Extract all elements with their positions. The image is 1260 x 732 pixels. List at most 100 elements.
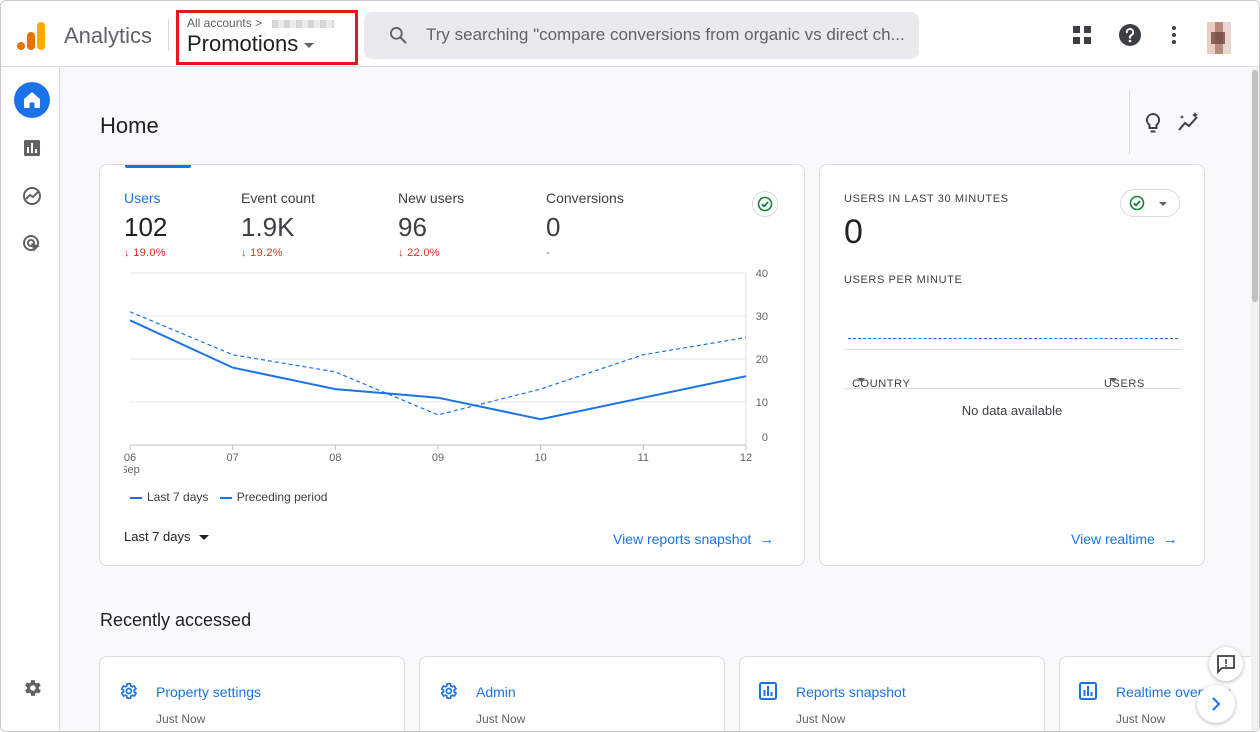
check-circle-icon [1129, 195, 1145, 211]
chevron-right-icon: > [251, 16, 263, 30]
metric-tab-event-count[interactable]: Event count 1.9K ↓ 19.2% [241, 190, 315, 259]
carousel-next-button[interactable] [1197, 685, 1235, 723]
property-name: Promotions [187, 31, 299, 56]
avatar[interactable] [1207, 22, 1231, 54]
nav-explore[interactable] [14, 178, 50, 214]
x-tick-label: 08 [329, 452, 341, 464]
metric-tab-users[interactable]: Users 102 ↓ 19.0% [124, 190, 167, 259]
arrow-down-icon: ↓ [124, 247, 134, 259]
apps-grid-icon[interactable] [1070, 23, 1094, 47]
bar-chart-icon [24, 140, 40, 156]
legend-item: Last 7 days [147, 490, 209, 504]
legend-swatch-solid [130, 496, 142, 499]
legend-item: Preceding period [236, 490, 328, 504]
date-range-selector[interactable]: Last 7 days [124, 529, 209, 544]
explore-icon [23, 187, 41, 205]
metric-value: 1.9K [241, 212, 295, 242]
recent-item-time: Just Now [476, 712, 526, 726]
x-tick-sublabel: Sep [124, 464, 140, 476]
nav-reports[interactable] [14, 130, 50, 166]
metric-value: 96 [398, 212, 427, 242]
realtime-card: USERS IN LAST 30 MINUTES 0 USERS PER MIN… [819, 164, 1205, 566]
x-tick-label: 12 [740, 452, 752, 464]
y-tick-label: 0 [762, 432, 768, 444]
x-tick-label: 06 [124, 452, 136, 464]
metric-change: - [546, 247, 550, 259]
recently-accessed-title: Recently accessed [100, 610, 252, 630]
x-tick-label: 09 [432, 452, 444, 464]
account-selector[interactable]: All accounts > Promotions [176, 10, 358, 65]
x-tick-label: 10 [535, 452, 547, 464]
caret-down-icon [198, 535, 209, 541]
recent-item-time: Just Now [156, 712, 206, 726]
recent-item-time: Just Now [1116, 712, 1166, 726]
arrow-right-icon: → [1162, 531, 1178, 548]
recent-item-admin[interactable]: Admin Just Now [419, 656, 725, 731]
recent-item-property-settings[interactable]: Property settings Just Now [99, 656, 405, 731]
metric-label: Conversions [546, 190, 624, 206]
recent-item-name: Reports snapshot [796, 684, 906, 700]
users-per-minute-line [848, 338, 1178, 339]
insights-sparkle-icon[interactable] [1177, 111, 1201, 135]
active-tab-indicator [125, 165, 191, 168]
realtime-subtitle: USERS PER MINUTE [844, 274, 963, 286]
feedback-button[interactable] [1209, 647, 1243, 681]
search-input[interactable] [426, 21, 912, 49]
realtime-table-header: COUNTRY USERS [844, 349, 1182, 390]
nav-home[interactable] [14, 82, 50, 118]
home-icon [24, 92, 40, 108]
more-vert-icon[interactable] [1162, 23, 1186, 47]
metric-change-value: 22.0% [407, 247, 440, 259]
metric-label: New users [398, 190, 465, 206]
metric-change-value: 19.2% [250, 247, 283, 259]
page-title: Home [100, 113, 159, 138]
x-tick-label: 11 [638, 452, 649, 464]
series-line-last-7-days [129, 319, 747, 421]
arrow-right-icon: → [759, 531, 775, 548]
breadcrumb-text: All accounts [187, 16, 252, 30]
recent-item-name: Admin [476, 684, 516, 700]
property-selector[interactable]: Promotions [187, 31, 315, 57]
scrollbar-thumb[interactable] [1252, 70, 1258, 302]
x-tick-label: 07 [227, 452, 239, 464]
recent-item-reports-snapshot[interactable]: Reports snapshot Just Now [739, 656, 1045, 731]
help-icon[interactable] [1118, 23, 1142, 47]
y-tick-label: 10 [756, 397, 768, 409]
app-name: Analytics [64, 23, 153, 48]
caret-down-icon [1109, 378, 1117, 382]
metric-value: 0 [546, 212, 561, 242]
app-frame: Analytics All accounts > Promotions Try … [0, 0, 1260, 732]
view-realtime-link[interactable]: View realtime → [1071, 531, 1178, 548]
nav-advertising[interactable] [14, 226, 50, 262]
data-quality-check[interactable] [752, 191, 778, 217]
metric-tab-new-users[interactable]: New users 96 ↓ 22.0% [398, 190, 464, 259]
realtime-status-dropdown[interactable] [1120, 189, 1180, 217]
realtime-value: 0 [844, 213, 863, 251]
search-bar[interactable] [364, 12, 919, 59]
metric-change-value: 19.0% [133, 247, 166, 259]
breadcrumb[interactable]: All accounts > [187, 16, 335, 30]
lightbulb-icon[interactable] [1141, 111, 1165, 135]
analytics-logo-icon[interactable] [17, 21, 47, 51]
caret-down-icon [857, 378, 865, 382]
recent-item-time: Just Now [796, 712, 846, 726]
metric-tab-conversions[interactable]: Conversions 0 - [546, 190, 624, 259]
gear-icon[interactable] [21, 677, 43, 699]
realtime-title: USERS IN LAST 30 MINUTES [844, 193, 1009, 205]
legend-swatch-dashed [219, 496, 232, 499]
divider [1129, 90, 1130, 154]
metric-change: ↓ 19.2% [241, 247, 315, 259]
bar-chart-icon [1079, 682, 1097, 700]
vertical-scrollbar[interactable] [1251, 68, 1259, 731]
caret-down-icon [304, 42, 315, 48]
overview-card: Users 102 ↓ 19.0% Event count 1.9K ↓ 19.… [99, 164, 805, 566]
view-reports-snapshot-link[interactable]: View reports snapshot → [613, 531, 774, 548]
date-range-label: Last 7 days [124, 529, 191, 544]
metric-change: ↓ 22.0% [398, 247, 464, 259]
feedback-icon [1217, 655, 1235, 674]
y-tick-label: 40 [756, 269, 768, 280]
caret-down-icon [1159, 202, 1167, 206]
metric-label: Users [124, 190, 161, 206]
recent-item-name: Property settings [156, 684, 262, 700]
redacted-account-name [272, 19, 335, 28]
